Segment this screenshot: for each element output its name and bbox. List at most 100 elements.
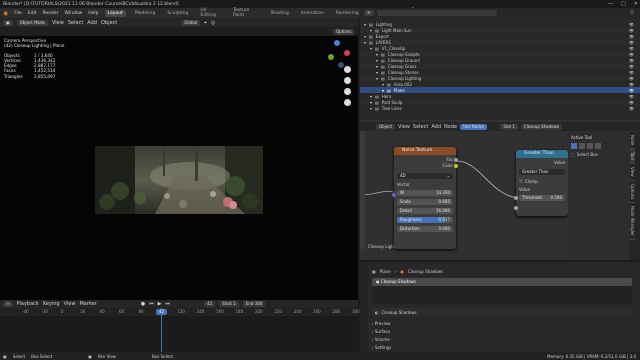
disclosure-arrow-icon[interactable]: ▾ (382, 82, 384, 87)
disclosure-arrow-icon[interactable]: ▾ (376, 64, 378, 69)
disclosure-arrow-icon[interactable]: ▾ (364, 22, 366, 27)
visibility-eye-icon[interactable]: 👁 (629, 52, 634, 57)
disclosure-arrow-icon[interactable]: ▾ (370, 106, 372, 111)
maximize-button[interactable]: □ (621, 1, 626, 7)
disclosure-arrow-icon[interactable]: ▾ (370, 28, 372, 33)
tab-node-wrangler[interactable]: Node Wrangler (630, 203, 635, 241)
node-menu-select[interactable]: Select (413, 124, 428, 130)
visibility-eye-icon[interactable]: 👁 (629, 100, 634, 105)
noise-detail-field[interactable]: Detail 16.000 (397, 208, 453, 214)
node-menu-view[interactable]: View (398, 124, 410, 130)
disclosure-arrow-icon[interactable]: ▾ (364, 40, 366, 45)
timeline-editor-icon[interactable]: ◷ (3, 301, 13, 307)
timeline-area[interactable]: -40-200204060801001201401601802002202402… (0, 308, 360, 352)
workspace-tab-modeling[interactable]: Modeling (132, 10, 158, 17)
noise-vector-socket[interactable] (392, 193, 396, 197)
viewport-menu-add[interactable]: Add (87, 20, 97, 26)
section-settings[interactable]: › Settings (372, 344, 640, 352)
noise-dimensions-dropdown[interactable]: 4D ⌄ (397, 173, 453, 179)
filter-icon[interactable]: ▽ (630, 10, 634, 16)
math-clamp-checkbox[interactable]: Clamp (519, 178, 565, 184)
visibility-eye-icon[interactable]: 👁 (629, 28, 634, 33)
section-preview[interactable]: › Preview (372, 320, 640, 328)
noise-roughness-field[interactable]: Roughness 0.917 (397, 217, 453, 223)
menu-file[interactable]: File (14, 11, 22, 16)
disclosure-arrow-icon[interactable]: ▾ (382, 88, 384, 93)
visibility-eye-icon[interactable]: 👁 (629, 94, 634, 99)
outliner-editor-icon[interactable]: ☰ (364, 10, 374, 16)
material-selector[interactable]: Closeup Shadows (520, 123, 562, 130)
math-threshold-socket[interactable] (514, 206, 518, 210)
disclosure-arrow-icon[interactable]: ▾ (376, 76, 378, 81)
math-threshold-field[interactable]: Threshold 0.500 (519, 195, 565, 201)
menu-edit[interactable]: Edit (28, 11, 37, 16)
visibility-eye-icon[interactable]: 👁 (629, 64, 634, 69)
mode-selector[interactable]: Object Mode (16, 19, 48, 26)
close-button[interactable]: ✕ (634, 1, 638, 7)
minimize-button[interactable]: — (608, 1, 613, 7)
visibility-eye-icon[interactable]: 👁 (629, 22, 634, 27)
disclosure-arrow-icon[interactable]: ▾ (376, 58, 378, 63)
ortho-grid-icon[interactable] (344, 99, 351, 106)
material-slot-list-area[interactable] (372, 286, 632, 304)
menu-window[interactable]: Window (65, 11, 83, 16)
transform-orientation[interactable]: Global (181, 19, 201, 26)
play-icon[interactable]: ▶ (158, 301, 162, 307)
clamp-checkbox-icon[interactable] (519, 179, 523, 183)
node-object-type[interactable]: Object (376, 123, 396, 130)
use-nodes-checkbox[interactable]: Use Nodes (460, 123, 488, 130)
timeline-menu-keying[interactable]: Keying (43, 301, 60, 307)
workspace-tab-animation[interactable]: Animation (298, 10, 327, 17)
workspace-tab-layout[interactable]: Layout (104, 9, 126, 17)
math-greater-than-node[interactable]: Greater Than Value Greater Than Clamp Va… (516, 150, 568, 216)
visibility-eye-icon[interactable]: 👁 (629, 40, 634, 45)
visibility-eye-icon[interactable]: 👁 (629, 58, 634, 63)
viewport-menu-view[interactable]: View (52, 20, 64, 26)
end-frame-field[interactable]: End 300 (242, 301, 266, 307)
tool-box-icon[interactable] (579, 143, 585, 149)
editor-type-3d-icon[interactable]: ▣ (3, 19, 13, 26)
noise-color-socket[interactable] (454, 164, 458, 168)
jump-start-icon[interactable]: ⏮ (149, 301, 154, 307)
gizmo-y-axis-icon[interactable] (328, 54, 334, 60)
math-operation-dropdown[interactable]: Greater Than (519, 169, 565, 175)
proportional-edit-icon[interactable]: ◎ (211, 20, 215, 26)
disclosure-arrow-icon[interactable]: ▾ (364, 34, 366, 39)
gizmo-z-axis-icon[interactable] (334, 40, 340, 46)
visibility-eye-icon[interactable]: 👁 (629, 88, 634, 93)
viewport-menu-select[interactable]: Select (68, 20, 83, 26)
tool-circle-icon[interactable] (587, 143, 593, 149)
disclosure-arrow-icon[interactable]: ▾ (370, 46, 372, 51)
start-frame-field[interactable]: Start 1 (219, 301, 239, 307)
timeline-menu-view[interactable]: View (64, 301, 76, 307)
noise-node-title[interactable]: Noise Texture (394, 147, 456, 155)
tab-tool[interactable]: Tool (630, 149, 635, 165)
outliner-panel[interactable]: ☰ ▽ ▾ ▤ Lighting 👁 ▾ ▤ Light Main Sun 👁 ▾ ▤ Export… (360, 8, 640, 120)
noise-distortion-field[interactable]: Distortion 0.000 (397, 226, 453, 232)
workspace-tab-sculpting[interactable]: Sculpting (164, 10, 191, 17)
disclosure-arrow-icon[interactable]: ▾ (376, 52, 378, 57)
visibility-eye-icon[interactable]: 👁 (629, 46, 634, 51)
visibility-eye-icon[interactable]: 👁 (629, 82, 634, 87)
blender-logo-icon[interactable]: ◉ (3, 10, 8, 17)
playhead-frame-badge[interactable]: 42 (156, 309, 167, 315)
visibility-eye-icon[interactable]: 👁 (629, 76, 634, 81)
timeline-menu-playback[interactable]: Playback (17, 301, 39, 307)
outliner-row[interactable]: ▾ ▤ Tree Lines 👁 (360, 105, 640, 111)
camera-view-icon[interactable] (344, 88, 351, 95)
visibility-eye-icon[interactable]: 👁 (629, 70, 634, 75)
tab-options[interactable]: Options (630, 181, 635, 204)
viewport-menu-object[interactable]: Object (101, 20, 117, 26)
material-datablock[interactable]: ◐ Closeup Shadows (372, 308, 632, 316)
workspace-tab-rendering[interactable]: Rendering (333, 10, 362, 17)
menu-help[interactable]: Help (88, 11, 98, 16)
math-value-in-socket[interactable] (514, 196, 518, 200)
timeline-menu-marker[interactable]: Marker (79, 301, 96, 307)
snap-icon[interactable]: ⌖ (204, 20, 207, 26)
tab-view[interactable]: View (630, 164, 635, 181)
current-frame-field[interactable]: 42 (204, 301, 216, 307)
workspace-tab-shading[interactable]: Shading (267, 10, 291, 17)
node-menu-node[interactable]: Node (444, 124, 457, 130)
tool-lasso-icon[interactable] (595, 143, 601, 149)
visibility-eye-icon[interactable]: 👁 (629, 34, 634, 39)
